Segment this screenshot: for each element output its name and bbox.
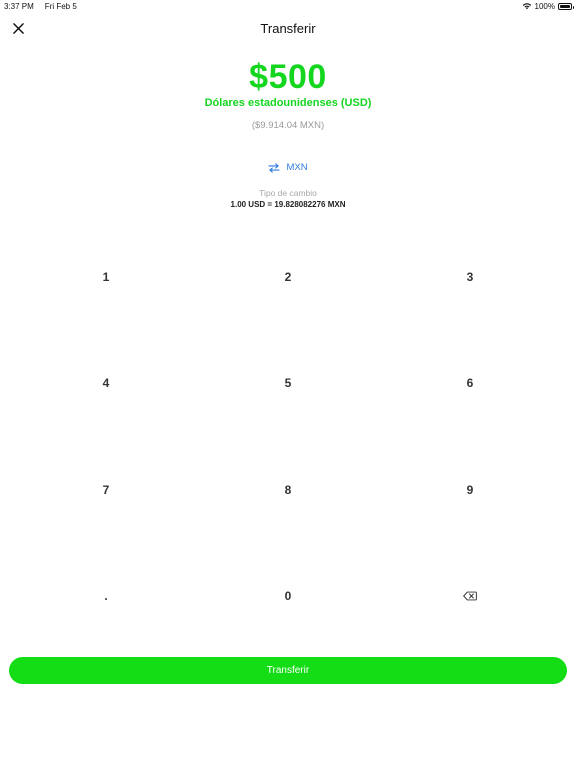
swap-arrows-icon bbox=[268, 162, 280, 173]
key-9[interactable]: 9 bbox=[379, 437, 561, 543]
swap-currency-label: MXN bbox=[286, 162, 308, 173]
page-title: Transferir bbox=[260, 20, 316, 36]
key-4[interactable]: 4 bbox=[15, 330, 197, 436]
transfer-button[interactable]: Transferir bbox=[9, 657, 567, 684]
key-5[interactable]: 5 bbox=[197, 330, 379, 436]
transfer-button-label: Transferir bbox=[266, 665, 310, 676]
backspace-icon bbox=[463, 591, 477, 601]
key-backspace[interactable] bbox=[379, 543, 561, 649]
status-bar: 3:37 PM Fri Feb 5 100% bbox=[0, 0, 576, 12]
key-7[interactable]: 7 bbox=[15, 437, 197, 543]
battery-icon bbox=[558, 2, 574, 10]
key-decimal[interactable]: . bbox=[15, 543, 197, 649]
exchange-rate-value: 1.00 USD = 19.828082276 MXN bbox=[230, 200, 346, 209]
key-1[interactable]: 1 bbox=[15, 224, 197, 330]
currency-name: Dólares estadounidenses (USD) bbox=[204, 97, 372, 109]
transfer-amount: $500 bbox=[249, 58, 327, 96]
exchange-rate-label: Tipo de cambio bbox=[259, 188, 317, 198]
key-8[interactable]: 8 bbox=[197, 437, 379, 543]
status-date: Fri Feb 5 bbox=[44, 1, 77, 11]
wifi-icon bbox=[522, 3, 531, 10]
close-icon bbox=[12, 22, 24, 34]
status-right: 100% bbox=[522, 1, 574, 11]
transfer-screen: 3:37 PM Fri Feb 5 100% Transferir $500 D… bbox=[0, 0, 576, 768]
swap-currency-button[interactable]: MXN bbox=[0, 162, 576, 173]
key-3[interactable]: 3 bbox=[379, 224, 561, 330]
status-time: 3:37 PM bbox=[4, 1, 34, 11]
status-left: 3:37 PM Fri Feb 5 bbox=[4, 2, 77, 11]
battery-percent: 100% bbox=[534, 1, 555, 11]
numeric-keypad: 1 2 3 4 5 6 7 8 9 . 0 bbox=[15, 224, 561, 649]
header: Transferir bbox=[0, 14, 576, 42]
converted-amount: ($9.914.04 MXN) bbox=[251, 120, 325, 131]
key-6[interactable]: 6 bbox=[379, 330, 561, 436]
key-2[interactable]: 2 bbox=[197, 224, 379, 330]
battery-fill bbox=[560, 4, 570, 8]
close-button[interactable] bbox=[8, 18, 28, 38]
key-0[interactable]: 0 bbox=[197, 543, 379, 649]
